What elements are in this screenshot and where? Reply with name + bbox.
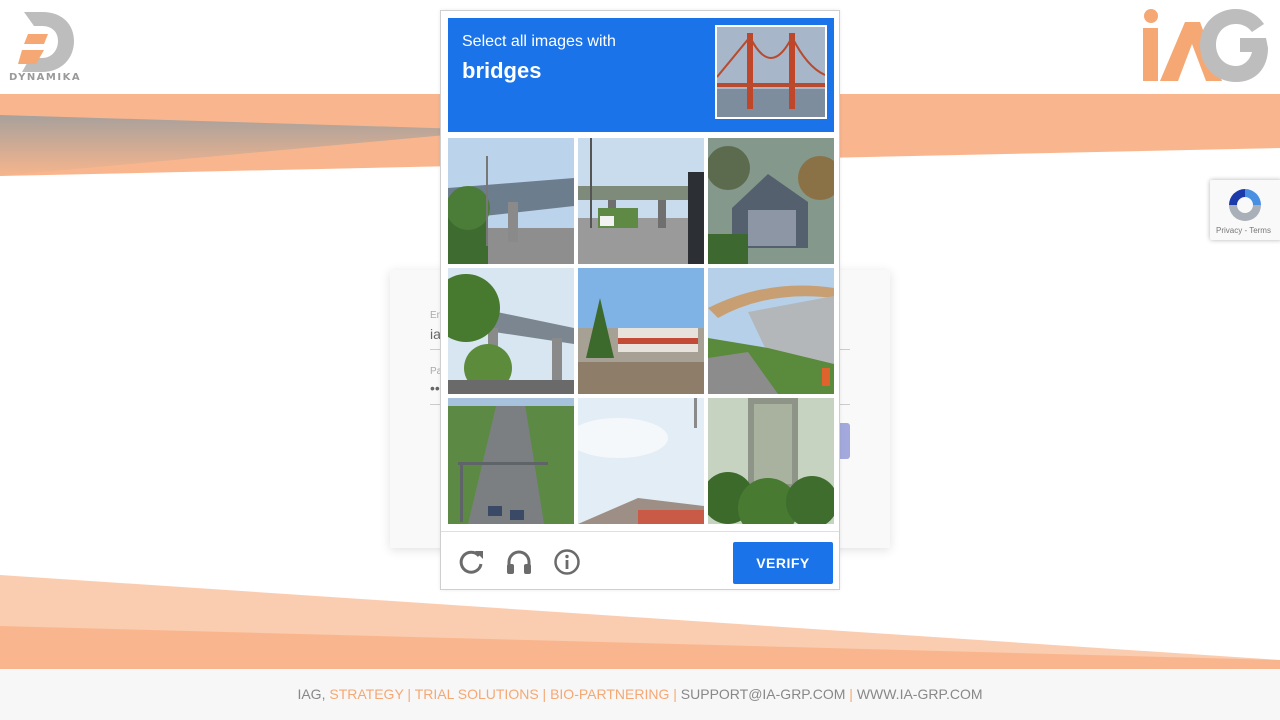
verify-button[interactable]: VERIFY: [733, 542, 833, 584]
captcha-tile-8[interactable]: [578, 398, 704, 524]
captcha-tile-5[interactable]: [578, 268, 704, 394]
captcha-tile-7[interactable]: [448, 398, 574, 524]
recaptcha-badge-text[interactable]: Privacy - Terms: [1216, 226, 1271, 235]
captcha-instruction: Select all images with: [462, 33, 616, 50]
captcha-target-word: bridges: [462, 58, 542, 83]
footer-separator: |: [542, 686, 547, 702]
site-footer: IAG, STRATEGY | TRIAL SOLUTIONS | BIO-PA…: [0, 669, 1280, 720]
footer-website[interactable]: WWW.IA-GRP.COM: [857, 686, 983, 702]
captcha-tile-2[interactable]: [578, 138, 704, 264]
captcha-tile-6[interactable]: [708, 268, 834, 394]
iag-logo: [1140, 8, 1270, 84]
captcha-grid: [448, 138, 834, 524]
footer-separator: |: [407, 686, 412, 702]
footer-support-email[interactable]: SUPPORT@IA-GRP.COM: [681, 686, 846, 702]
info-icon[interactable]: [553, 548, 581, 576]
dynamika-logo-text: DYNAMIKA: [9, 72, 82, 83]
captcha-tile-3[interactable]: [708, 138, 834, 264]
footer-iag: IAG,: [297, 686, 326, 702]
captcha-tile-4[interactable]: [448, 268, 574, 394]
password-field[interactable]: ••: [430, 380, 440, 396]
captcha-header: Select all images with bridges: [448, 18, 834, 132]
captcha-tile-9[interactable]: [708, 398, 834, 524]
footer-bio-partnering[interactable]: BIO-PARTNERING: [550, 686, 669, 702]
recaptcha-badge[interactable]: Privacy - Terms: [1210, 180, 1280, 240]
captcha-tile-1[interactable]: [448, 138, 574, 264]
captcha-dialog: Select all images with bridges VERIFY: [440, 10, 840, 590]
captcha-footer: VERIFY: [441, 531, 839, 589]
footer-separator: |: [849, 686, 853, 702]
reload-icon[interactable]: [457, 548, 485, 576]
captcha-sample-image: [715, 25, 827, 119]
headphones-icon[interactable]: [505, 548, 533, 576]
footer-strategy[interactable]: STRATEGY: [329, 686, 403, 702]
footer-trial-solutions[interactable]: TRIAL SOLUTIONS: [415, 686, 539, 702]
footer-separator: |: [673, 686, 677, 702]
recaptcha-logo-icon: [1229, 189, 1261, 221]
login-page: DYNAMIKA Em ia Pa •• Privacy - Terms Sel…: [0, 0, 1280, 720]
